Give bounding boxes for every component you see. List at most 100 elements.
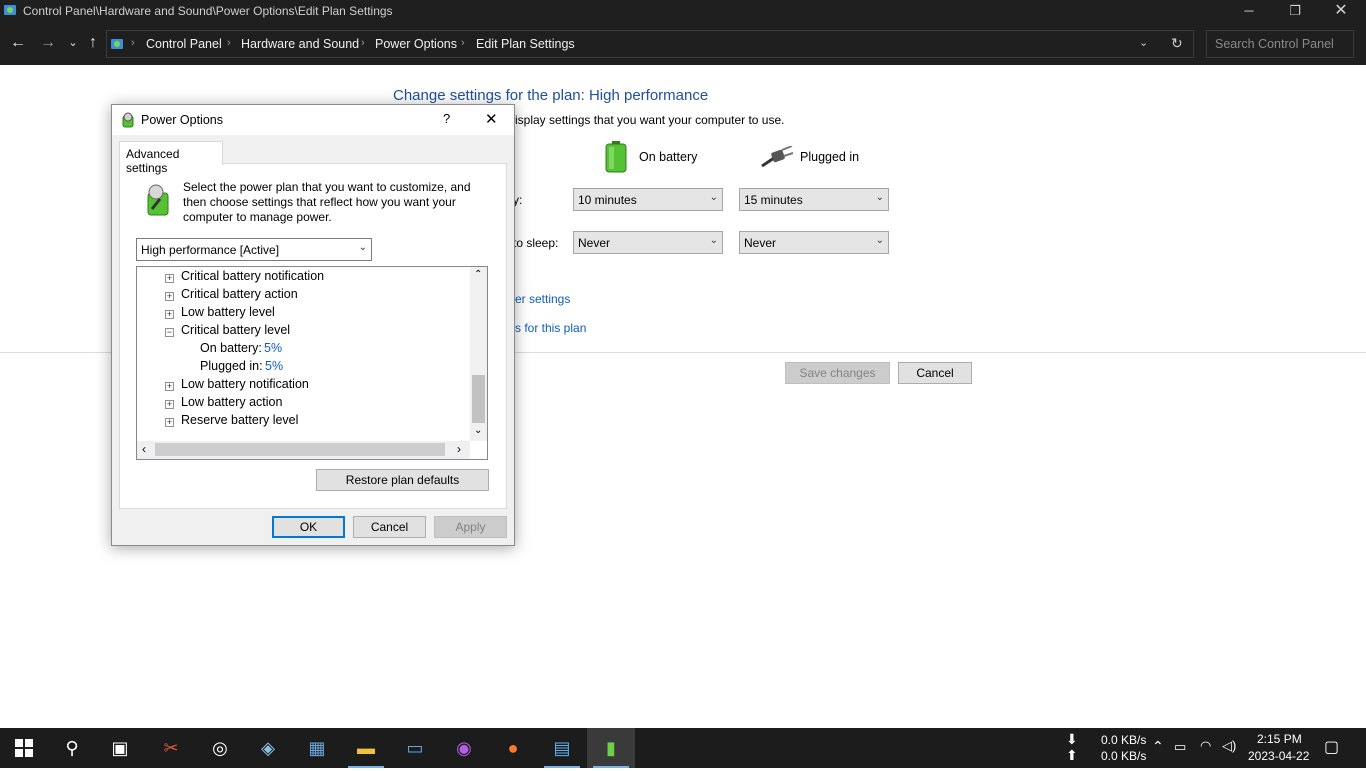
display-off-plugged-select[interactable]: 15 minutes ⌄ (739, 188, 889, 211)
help-button[interactable]: ? (443, 111, 450, 126)
expand-icon[interactable]: + (165, 382, 174, 391)
scroll-up-icon[interactable]: ⌃ (474, 269, 482, 280)
network-icon[interactable]: ◠ (1200, 738, 1211, 754)
taskbar-app-editor[interactable]: ◈ (244, 728, 292, 768)
taskbar-app-file-explorer[interactable]: ▬ (342, 728, 390, 768)
power-options-icon (122, 112, 134, 128)
display-off-battery-value: 10 minutes (578, 193, 637, 207)
restore-button[interactable]: ❐ (1272, 0, 1318, 23)
clock-date[interactable]: 2023-04-22 (1248, 749, 1309, 763)
taskbar-app-control-panel[interactable]: ▤ (538, 728, 586, 768)
save-changes-button[interactable]: Save changes (785, 362, 890, 384)
start-button[interactable] (0, 728, 48, 768)
expand-icon[interactable]: + (165, 418, 174, 427)
dialog-title: Power Options (141, 113, 223, 127)
sleep-plugged-select[interactable]: Never ⌄ (739, 231, 889, 254)
back-button[interactable]: ← (7, 32, 29, 54)
search-input[interactable]: Search Control Panel (1206, 30, 1354, 58)
sleep-battery-value: Never (578, 236, 611, 250)
taskbar-search-button[interactable]: ⚲ (48, 728, 96, 768)
advanced-power-settings-link[interactable]: er settings (515, 292, 570, 306)
tree-item-critical-battery-action[interactable]: Critical battery action (181, 287, 298, 301)
expand-icon[interactable]: + (165, 400, 174, 409)
folder-icon: ▬ (357, 738, 375, 758)
breadcrumb-hardware-and-sound[interactable]: Hardware and Sound (241, 37, 359, 51)
sleep-label: to sleep: (513, 236, 559, 250)
windows-start-icon (15, 739, 33, 757)
apply-button[interactable]: Apply (434, 516, 507, 538)
dialog-close-button[interactable]: ✕ (485, 110, 498, 128)
net-up-speed: 0.0 KB/s (1101, 749, 1147, 763)
display-off-plugged-value: 15 minutes (744, 193, 803, 207)
dialog-cancel-button[interactable]: Cancel (353, 516, 426, 538)
forward-button[interactable]: → (37, 32, 59, 54)
recent-locations-button[interactable]: ⌄ (62, 32, 84, 54)
plan-select[interactable]: High performance [Active] ⌄ (136, 238, 372, 261)
address-dropdown-icon[interactable]: ⌄ (1139, 36, 1148, 49)
tree-item-critical-battery-notification[interactable]: Critical battery notification (181, 269, 324, 283)
settings-tree[interactable]: + Critical battery notification + Critic… (136, 266, 488, 460)
arrow-left-icon: ← (10, 34, 26, 51)
horizontal-scrollbar[interactable]: ‹ › (137, 441, 470, 459)
taskbar-app-remote[interactable]: ▭ (391, 728, 439, 768)
critical-level-on-battery-value[interactable]: 5% (264, 341, 282, 355)
plug-icon (761, 146, 794, 168)
sleep-battery-select[interactable]: Never ⌄ (573, 231, 723, 254)
chevron-down-icon: ⌄ (875, 192, 884, 203)
net-down-speed: 0.0 KB/s (1101, 733, 1147, 747)
tab-advanced-settings[interactable]: Advanced settings (119, 141, 223, 175)
restore-plan-defaults-button[interactable]: Restore plan defaults (316, 469, 489, 491)
refresh-icon[interactable]: ↻ (1171, 35, 1183, 52)
scroll-down-icon[interactable]: ⌄ (474, 425, 482, 436)
critical-level-plugged-in-value[interactable]: 5% (265, 359, 283, 373)
minimize-button[interactable]: ─ (1226, 0, 1272, 23)
tree-item-low-battery-notification[interactable]: Low battery notification (181, 377, 309, 391)
horizontal-scroll-thumb[interactable] (155, 443, 445, 456)
close-icon: ✕ (485, 111, 498, 128)
scroll-right-icon[interactable]: › (457, 442, 461, 456)
taskbar-app-tor[interactable]: ◉ (440, 728, 488, 768)
collapse-icon[interactable]: − (165, 328, 174, 337)
tree-item-critical-battery-level[interactable]: Critical battery level (181, 323, 290, 337)
arrow-right-icon: → (40, 34, 56, 51)
vertical-scroll-thumb[interactable] (472, 375, 485, 423)
tree-item-low-battery-level[interactable]: Low battery level (181, 305, 275, 319)
tree-item-low-battery-action[interactable]: Low battery action (181, 395, 282, 409)
computer-icon: ▭ (406, 738, 424, 758)
show-hidden-icons-button[interactable]: ⌃ (1152, 738, 1164, 755)
address-bar[interactable]: › Control Panel › Hardware and Sound › P… (106, 30, 1194, 58)
up-button[interactable]: ↑ (82, 32, 104, 54)
volume-icon[interactable]: ◁) (1222, 738, 1236, 754)
task-view-button[interactable]: ▣ (96, 728, 144, 768)
cancel-button[interactable]: Cancel (898, 362, 972, 384)
expand-icon[interactable]: + (165, 292, 174, 301)
expand-icon[interactable]: + (165, 310, 174, 319)
restore-defaults-link[interactable]: s for this plan (515, 321, 586, 335)
tree-item-reserve-battery-level[interactable]: Reserve battery level (181, 413, 298, 427)
battery-tray-icon[interactable]: ▭ (1174, 739, 1186, 755)
close-button[interactable]: ✕ (1318, 0, 1364, 23)
on-battery-header: On battery (639, 150, 698, 164)
breadcrumb-control-panel[interactable]: Control Panel (146, 37, 222, 51)
control-panel-small-icon (111, 39, 123, 49)
upload-arrow-icon: ⬆ (1066, 747, 1078, 763)
mask-icon: ◉ (456, 738, 472, 758)
breadcrumb-power-options[interactable]: Power Options (375, 37, 457, 51)
vertical-scrollbar[interactable]: ⌃ ⌄ (470, 267, 487, 441)
plan-select-value: High performance [Active] (141, 243, 280, 257)
chevron-down-icon: ⌄ (709, 192, 718, 203)
notification-center-icon[interactable]: ▢ (1324, 737, 1339, 757)
taskbar-app-firefox[interactable]: ● (489, 728, 537, 768)
chevron-down-icon: ⌄ (358, 242, 367, 253)
taskbar-app-calculator[interactable]: ▦ (293, 728, 341, 768)
display-off-battery-select[interactable]: 10 minutes ⌄ (573, 188, 723, 211)
ok-button[interactable]: OK (272, 516, 345, 538)
taskbar-app-snipping[interactable]: ✂ (147, 728, 195, 768)
minimize-icon: ─ (1244, 3, 1254, 18)
clock-time[interactable]: 2:15 PM (1257, 732, 1302, 746)
expand-icon[interactable]: + (165, 274, 174, 283)
scroll-left-icon[interactable]: ‹ (142, 442, 146, 456)
taskbar-app-obs[interactable]: ◎ (196, 728, 244, 768)
breadcrumb-edit-plan-settings[interactable]: Edit Plan Settings (476, 37, 575, 51)
taskbar-app-power-options[interactable]: ▮ (587, 728, 635, 768)
